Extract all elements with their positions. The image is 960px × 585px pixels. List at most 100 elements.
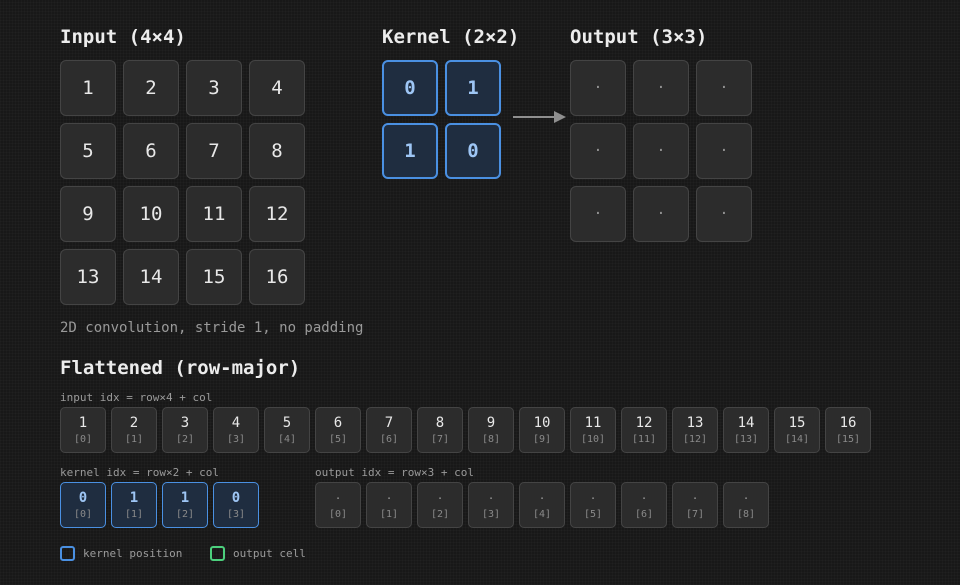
cell-index: [5] [328,433,348,445]
output-cell: · [696,60,752,116]
convolution-caption: 2D convolution, stride 1, no padding [60,320,364,336]
cell-value: · [385,491,393,505]
flat-input-cell: 14 [13] [723,407,769,453]
legend-output: output cell [210,546,306,561]
cell-index: [6] [634,508,654,520]
arrow-right-icon [513,111,566,123]
cell-index: [1] [124,508,144,520]
input-cell: 4 [249,60,305,116]
input-cell: 8 [249,123,305,179]
output-cell: · [570,60,626,116]
cell-value: 16 [839,414,857,431]
cell-value: · [487,491,495,505]
input-cell: 14 [123,249,179,305]
cell-value: 1 [78,414,88,431]
flat-output-cell: · [7] [672,482,718,528]
kernel-title: Kernel (2×2) [382,26,520,48]
flat-input-cell: 10 [9] [519,407,565,453]
flat-input-cell: 12 [11] [621,407,667,453]
flat-kernel-label: kernel idx = row×2 + col [60,466,219,479]
flat-kernel-cell: 0 [0] [60,482,106,528]
kernel-cell: 0 [382,60,438,116]
flat-output-cell: · [8] [723,482,769,528]
cell-index: [15] [835,433,861,445]
cell-value: 4 [231,414,241,431]
flat-output-cell: · [3] [468,482,514,528]
cell-index: [1] [124,433,144,445]
kernel-cell: 0 [445,123,501,179]
cell-index: [14] [784,433,810,445]
cell-index: [2] [175,433,195,445]
legend-output-label: output cell [233,547,306,560]
flat-input-cell: 3 [2] [162,407,208,453]
cell-value: 8 [435,414,445,431]
cell-index: [4] [532,508,552,520]
cell-value: 0 [231,489,241,506]
cell-value: 13 [686,414,704,431]
input-cell: 6 [123,123,179,179]
flat-input-row: 1 [0] 2 [1] 3 [2] 4 [3] 5 [4] 6 [5] 7 [6] 8 [7] … [60,407,871,453]
output-cell: · [570,186,626,242]
legend-kernel-label: kernel position [83,547,183,560]
input-cell: 12 [249,186,305,242]
cell-value: 12 [635,414,653,431]
flat-input-cell: 5 [4] [264,407,310,453]
output-title: Output (3×3) [570,26,708,48]
cell-value: · [589,491,597,505]
output-grid: · · · · · · · · · [570,60,752,242]
flat-output-cell: · [4] [519,482,565,528]
cell-value: 7 [384,414,394,431]
input-cell: 2 [123,60,179,116]
flat-input-cell: 11 [10] [570,407,616,453]
cell-index: [10] [580,433,606,445]
flat-input-cell: 1 [0] [60,407,106,453]
cell-index: [7] [685,508,705,520]
cell-index: [7] [430,433,450,445]
cell-value: 1 [129,489,139,506]
legend-kernel: kernel position [60,546,182,561]
input-cell: 7 [186,123,242,179]
output-cell: · [696,186,752,242]
flat-input-cell: 8 [7] [417,407,463,453]
output-swatch-icon [210,546,225,561]
cell-value: 0 [78,489,88,506]
output-cell: · [696,123,752,179]
cell-index: [3] [226,508,246,520]
input-cell: 5 [60,123,116,179]
cell-index: [13] [733,433,759,445]
input-cell: 11 [186,186,242,242]
cell-value: 9 [486,414,496,431]
cell-value: 3 [180,414,190,431]
flat-kernel-cell: 0 [3] [213,482,259,528]
flat-input-label: input idx = row×4 + col [60,391,213,404]
cell-value: · [742,491,750,505]
cell-value: · [436,491,444,505]
cell-index: [5] [583,508,603,520]
cell-value: 10 [533,414,551,431]
flat-output-cell: · [6] [621,482,667,528]
cell-index: [2] [430,508,450,520]
flat-input-cell: 7 [6] [366,407,412,453]
cell-value: 15 [788,414,806,431]
flat-output-row: · [0] · [1] · [2] · [3] · [4] · [5] · [6] · [7] … [315,482,769,528]
kernel-cell: 1 [445,60,501,116]
cell-index: [3] [226,433,246,445]
cell-value: · [691,491,699,505]
cell-index: [11] [631,433,657,445]
cell-index: [0] [73,508,93,520]
input-cell: 10 [123,186,179,242]
flat-input-cell: 13 [12] [672,407,718,453]
flat-input-cell: 9 [8] [468,407,514,453]
flat-input-cell: 16 [15] [825,407,871,453]
output-cell: · [633,60,689,116]
flattened-title: Flattened (row-major) [60,357,301,379]
output-cell: · [633,186,689,242]
cell-index: [9] [532,433,552,445]
cell-value: 1 [180,489,190,506]
input-cell: 1 [60,60,116,116]
cell-index: [0] [328,508,348,520]
cell-value: 6 [333,414,343,431]
flat-input-cell: 15 [14] [774,407,820,453]
cell-index: [0] [73,433,93,445]
flat-input-cell: 4 [3] [213,407,259,453]
